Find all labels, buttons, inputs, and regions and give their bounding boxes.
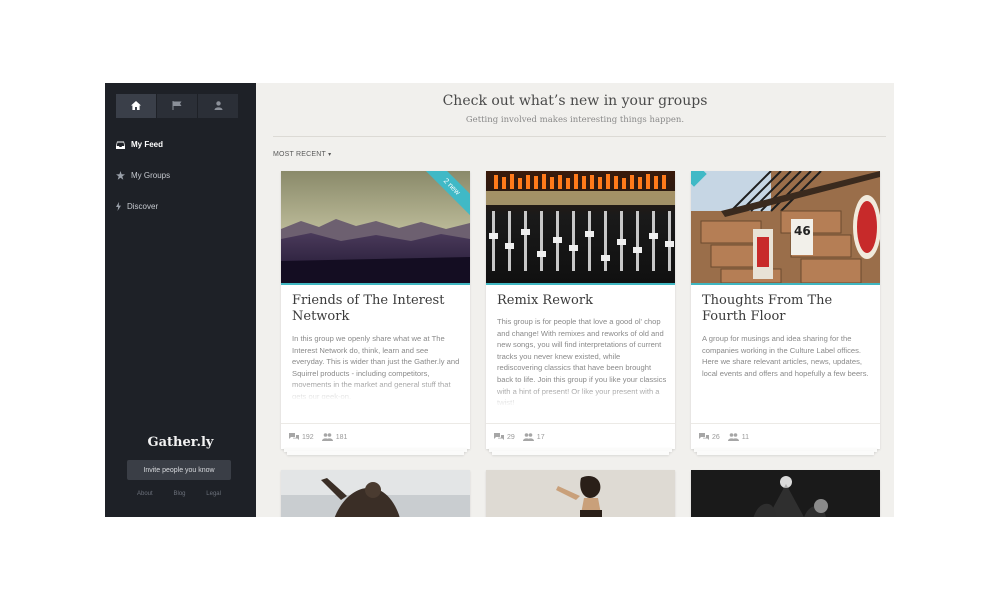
invite-button[interactable]: Invite people you know xyxy=(127,460,231,480)
sort-dropdown[interactable]: MOST RECENT ▾ xyxy=(273,151,331,158)
concert-image xyxy=(691,470,880,517)
card-title[interactable]: Thoughts From The Fourth Floor xyxy=(702,293,872,325)
group-card[interactable] xyxy=(486,470,675,517)
tab-profile[interactable] xyxy=(198,94,238,118)
card-title[interactable]: Remix Rework xyxy=(497,293,667,309)
divider xyxy=(281,423,470,424)
tab-flag[interactable] xyxy=(157,94,197,118)
mountains-image: 2 new xyxy=(281,171,470,283)
comments-icon xyxy=(494,433,504,440)
caveman-image xyxy=(486,470,675,517)
sidebar-item-discover[interactable]: Discover xyxy=(116,202,158,211)
ape-image xyxy=(281,470,470,517)
star-icon xyxy=(116,171,125,180)
text-fade xyxy=(281,379,470,401)
member-count: 11 xyxy=(727,433,749,441)
accent-bar xyxy=(691,283,880,285)
app-frame: My Feed My Groups Discover Gather.ly Inv… xyxy=(105,83,894,517)
comments-icon xyxy=(289,433,299,440)
legal-link[interactable]: Legal xyxy=(206,491,221,497)
flag-icon xyxy=(172,97,182,115)
home-icon xyxy=(131,97,141,115)
staircase-image: 46 xyxy=(691,171,880,283)
sort-label: MOST RECENT xyxy=(273,151,326,158)
sidebar-item-label: My Groups xyxy=(131,171,171,180)
tab-home[interactable] xyxy=(116,94,156,118)
card-stats: 29 17 xyxy=(494,433,553,441)
group-card[interactable]: 2 new Friends of The Interest Network In… xyxy=(281,171,470,455)
comment-count: 26 xyxy=(699,433,720,441)
brand-logo: Gather.ly xyxy=(147,435,214,450)
accent-bar xyxy=(281,283,470,285)
members-icon xyxy=(321,433,333,441)
sidebar-item-label: Discover xyxy=(127,202,159,211)
sidebar: My Feed My Groups Discover Gather.ly Inv… xyxy=(105,83,256,517)
sidebar-top-tabs xyxy=(116,94,238,118)
divider xyxy=(273,136,886,137)
card-stats: 26 11 xyxy=(699,433,757,441)
group-card[interactable] xyxy=(281,470,470,517)
mixing-desk-image xyxy=(486,171,675,283)
card-description: A group for musings and idea sharing for… xyxy=(702,334,869,378)
member-count: 17 xyxy=(522,433,545,441)
sidebar-item-label: My Feed xyxy=(131,140,164,149)
caret-down-icon: ▾ xyxy=(328,152,332,158)
page-subtitle: Getting involved makes interesting thing… xyxy=(465,115,685,125)
card-title[interactable]: Friends of The Interest Network xyxy=(292,293,462,325)
accent-bar xyxy=(486,283,675,285)
card-stats: 192 181 xyxy=(289,433,355,441)
card-stack-edge xyxy=(492,451,669,455)
user-icon xyxy=(214,97,223,115)
members-icon xyxy=(522,433,534,441)
bolt-icon xyxy=(116,202,121,211)
text-fade xyxy=(486,385,675,407)
sidebar-item-my-feed[interactable]: My Feed xyxy=(116,140,163,149)
member-count: 181 xyxy=(321,433,347,441)
divider xyxy=(486,423,675,424)
comment-count: 29 xyxy=(494,433,515,441)
divider xyxy=(691,423,880,424)
comments-icon xyxy=(699,433,709,440)
card-stack-edge xyxy=(697,451,874,455)
members-icon xyxy=(727,433,739,441)
comment-count: 192 xyxy=(289,433,314,441)
sidebar-item-my-groups[interactable]: My Groups xyxy=(116,171,170,180)
page-title: Check out what’s new in your groups xyxy=(442,93,708,109)
group-card[interactable]: Remix Rework This group is for people th… xyxy=(486,171,675,455)
blog-link[interactable]: Blog xyxy=(173,491,185,497)
about-link[interactable]: About xyxy=(137,491,153,497)
group-card[interactable]: 46 Thoughts From The Fourth Floor A grou… xyxy=(691,171,880,455)
card-stack-edge xyxy=(287,451,464,455)
main-content: Check out what’s new in your groups Gett… xyxy=(256,83,894,517)
svg-text:46: 46 xyxy=(794,224,811,238)
footer-links: About Blog Legal xyxy=(127,491,231,497)
inbox-icon xyxy=(116,140,125,149)
group-card[interactable] xyxy=(691,470,880,517)
